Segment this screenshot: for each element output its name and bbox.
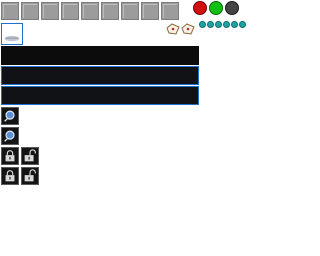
tag-icon[interactable] — [181, 23, 195, 35]
lock-open-icon — [24, 149, 36, 162]
search-icon — [4, 110, 15, 122]
unlock-button[interactable] — [21, 167, 39, 185]
tag-icon[interactable] — [166, 23, 180, 35]
unlock-button[interactable] — [21, 147, 39, 165]
status-dot-icon — [231, 21, 238, 28]
toolbar-button-9[interactable] — [161, 2, 179, 20]
lock-closed-icon — [5, 150, 15, 162]
lock-closed-icon — [5, 170, 15, 182]
bar-1[interactable] — [1, 46, 199, 65]
toolbar-button-1[interactable] — [1, 2, 19, 20]
minimize-dot-icon[interactable] — [225, 1, 239, 15]
maximize-dot-icon[interactable] — [209, 1, 223, 15]
search-icon — [4, 130, 15, 142]
search-button[interactable] — [1, 107, 19, 125]
status-dot-icon — [207, 21, 214, 28]
toolbar-button-8[interactable] — [141, 2, 159, 20]
lock-open-icon — [24, 169, 36, 182]
status-dot-icon — [199, 21, 206, 28]
image-preview-icon — [3, 25, 21, 42]
toolbar-button-5[interactable] — [81, 2, 99, 20]
lock-button[interactable] — [1, 167, 19, 185]
toolbar-button-2[interactable] — [21, 2, 39, 20]
toolbar-button-3[interactable] — [41, 2, 59, 20]
toolbar-button-7[interactable] — [121, 2, 139, 20]
status-dot-icon — [223, 21, 230, 28]
search-button[interactable] — [1, 127, 19, 145]
status-dot-icon — [215, 21, 222, 28]
close-dot-icon[interactable] — [193, 1, 207, 15]
status-dot-icon — [239, 21, 246, 28]
toolbar-button-6[interactable] — [101, 2, 119, 20]
lock-button[interactable] — [1, 147, 19, 165]
bar-3[interactable] — [1, 86, 199, 105]
toolbar-button-4[interactable] — [61, 2, 79, 20]
image-thumbnail[interactable] — [1, 23, 23, 45]
bar-2[interactable] — [1, 66, 199, 85]
